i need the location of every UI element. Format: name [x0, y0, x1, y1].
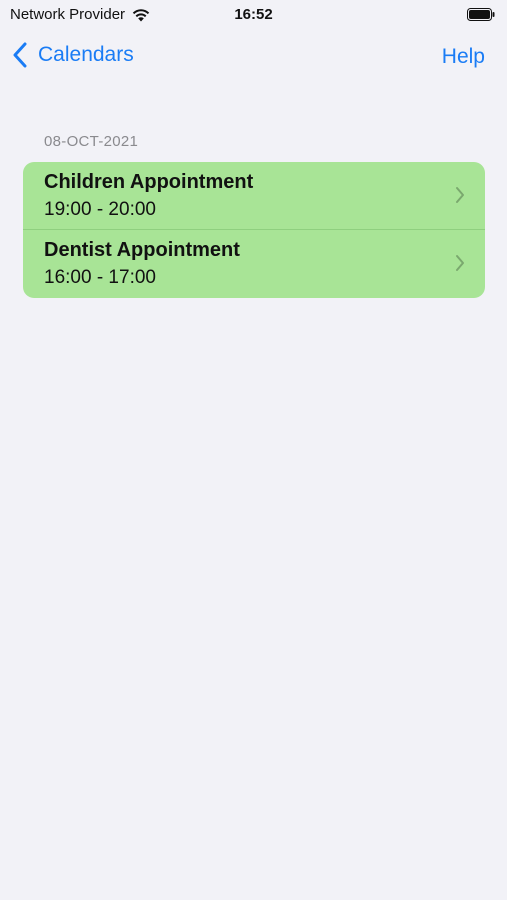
appointment-row[interactable]: Children Appointment 19:00 - 20:00	[23, 162, 485, 229]
chevron-left-icon	[13, 42, 27, 68]
appointment-list: Children Appointment 19:00 - 20:00 Denti…	[23, 162, 485, 298]
chevron-right-icon	[456, 255, 464, 271]
appointment-title: Dentist Appointment	[44, 239, 240, 261]
chevron-right-icon	[456, 187, 464, 203]
battery-icon	[467, 8, 495, 21]
section-date-header: 08-OCT-2021	[44, 133, 139, 150]
status-bar: Network Provider 16:52	[0, 0, 507, 32]
appointment-time: 16:00 - 17:00	[44, 267, 156, 288]
appointment-row[interactable]: Dentist Appointment 16:00 - 17:00	[23, 229, 485, 297]
status-time: 16:52	[234, 6, 273, 23]
appointment-time: 19:00 - 20:00	[44, 199, 156, 220]
back-button-label: Calendars	[38, 43, 134, 66]
navigation-bar: Calendars Help	[0, 36, 507, 80]
help-button[interactable]: Help	[442, 45, 485, 69]
back-button[interactable]: Calendars	[12, 42, 134, 68]
appointment-title: Children Appointment	[44, 171, 254, 193]
